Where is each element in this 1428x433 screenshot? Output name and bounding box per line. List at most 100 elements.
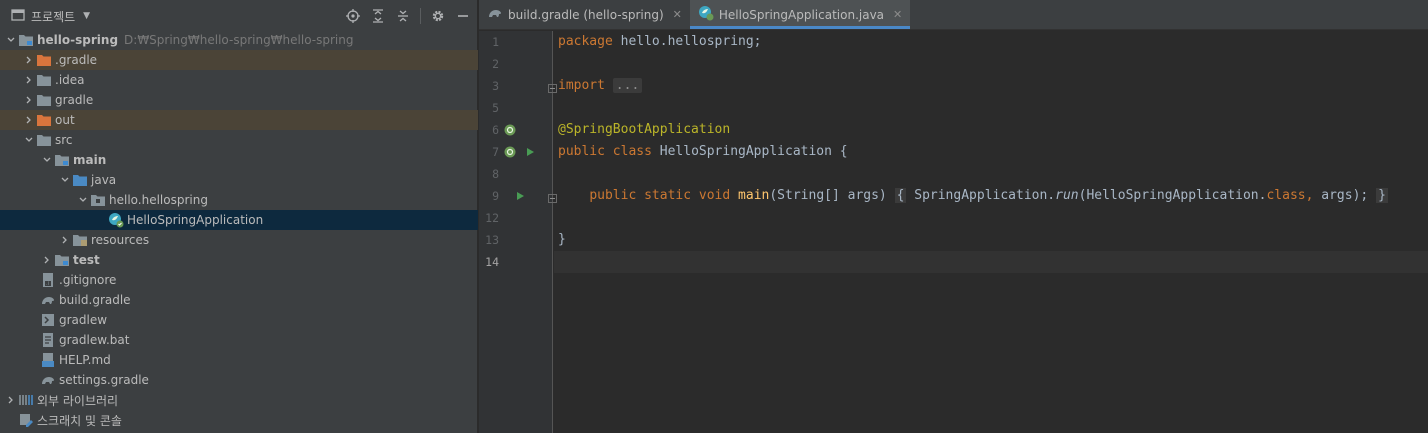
line-number: 6: [492, 123, 499, 137]
tree-item-gitignore[interactable]: .i .gitignore: [0, 270, 478, 290]
params: (String[] args): [769, 188, 887, 203]
chevron-right-icon[interactable]: [4, 390, 18, 410]
folder-icon: [36, 112, 52, 128]
tree-item-label: out: [55, 113, 75, 127]
tree-item-label: .gradle: [55, 53, 98, 67]
text-file-icon: [40, 332, 56, 348]
tree-item-resources[interactable]: resources: [0, 230, 478, 250]
tree-item-label: settings.gradle: [59, 373, 149, 387]
code-line-6: @SpringBootApplication: [558, 119, 730, 141]
chevron-right-icon[interactable]: [22, 110, 36, 130]
tree-item-gradle[interactable]: gradle: [0, 90, 478, 110]
tree-item-java[interactable]: java: [0, 170, 478, 190]
keyword: public: [558, 144, 605, 159]
tree-item-label: HelloSpringApplication: [127, 213, 264, 227]
tree-item-label: test: [73, 253, 100, 267]
close-icon[interactable]: ✕: [673, 8, 682, 21]
folded-imports[interactable]: ...: [612, 78, 643, 93]
tree-item-external-libraries[interactable]: 외부 라이브러리: [0, 390, 478, 410]
chevron-down-icon[interactable]: [76, 190, 90, 210]
chevron-down-icon[interactable]: [58, 170, 72, 190]
module-folder-icon: [54, 152, 70, 168]
spring-bean-icon[interactable]: [503, 145, 517, 159]
run-icon[interactable]: [523, 145, 537, 159]
tree-item-settings-gradle[interactable]: settings.gradle: [0, 370, 478, 390]
tree-item-help-md[interactable]: HELP.md: [0, 350, 478, 370]
gradle-icon: [40, 292, 56, 308]
tree-item-test[interactable]: test: [0, 250, 478, 270]
line-number: 1: [492, 35, 499, 49]
tree-item-label: resources: [91, 233, 150, 247]
folder-icon: [36, 132, 52, 148]
spring-bean-icon[interactable]: [503, 123, 517, 137]
keyword: static: [644, 188, 692, 203]
tree-item-label: 외부 라이브러리: [37, 393, 119, 408]
editor-tabs: build.gradle (hello-spring) ✕ HelloSprin…: [479, 0, 1428, 30]
tree-item-label: hello.hellospring: [109, 193, 208, 207]
tree-item-idea[interactable]: .idea: [0, 70, 478, 90]
chevron-right-icon[interactable]: [22, 50, 36, 70]
tree-item-label: .gitignore: [59, 273, 117, 287]
package-name: hello.hellospring;: [612, 34, 762, 49]
project-panel-title[interactable]: 프로젝트: [31, 8, 75, 25]
tree-item-out[interactable]: out: [0, 110, 478, 130]
chevron-down-icon[interactable]: [22, 130, 36, 150]
tree-item-main[interactable]: main: [0, 150, 478, 170]
line-number: 3: [492, 79, 499, 93]
code-editor[interactable]: package hello.hellospring; import ... @S…: [554, 31, 1428, 433]
chevron-right-icon[interactable]: [22, 90, 36, 110]
call-part: (HelloSpringApplication.: [1078, 188, 1267, 203]
gear-icon[interactable]: [430, 8, 446, 24]
code-line-13: }: [558, 229, 566, 251]
tree-item-label: gradle: [55, 93, 94, 107]
tree-item-scratches[interactable]: 스크래치 및 콘솔: [0, 410, 478, 430]
view-dropdown-icon[interactable]: ▼: [83, 11, 90, 21]
tree-item-hello-spring[interactable]: hello-spring D:₩Spring₩hello-spring₩hell…: [0, 30, 478, 50]
closing-brace: }: [558, 232, 566, 247]
tree-item-hello-spring-application[interactable]: HelloSpringApplication: [0, 210, 478, 230]
header-divider: [420, 8, 421, 24]
tab-label: build.gradle (hello-spring): [508, 7, 664, 22]
line-number: 13: [485, 233, 499, 247]
tab-build-gradle[interactable]: build.gradle (hello-spring) ✕: [479, 0, 690, 29]
close-icon[interactable]: ✕: [893, 8, 902, 21]
folded-brace-close[interactable]: }: [1376, 188, 1388, 203]
tree-item-gradlew-bat[interactable]: gradlew.bat: [0, 330, 478, 350]
tree-item-package[interactable]: hello.hellospring: [0, 190, 478, 210]
tree-item-label: gradlew: [59, 313, 108, 327]
gitignore-icon: .i: [40, 272, 56, 288]
chevron-right-icon[interactable]: [40, 250, 54, 270]
tree-item-gradlew[interactable]: gradlew: [0, 310, 478, 330]
chevron-down-icon[interactable]: [40, 150, 54, 170]
tree-item-src[interactable]: src: [0, 130, 478, 150]
current-line-highlight: [554, 251, 1428, 273]
folded-brace-open[interactable]: {: [894, 188, 907, 203]
tree-item-label: 스크래치 및 콘솔: [37, 413, 122, 428]
chevron-right-icon[interactable]: [22, 70, 36, 90]
annotation: @SpringBootApplication: [558, 122, 731, 137]
gradle-icon: [487, 6, 503, 23]
project-tree: hello-spring D:₩Spring₩hello-spring₩hell…: [0, 30, 478, 430]
spring-class-icon: [698, 5, 714, 24]
scratches-icon: [18, 412, 34, 428]
locate-icon[interactable]: [345, 8, 361, 24]
tree-item-label: gradlew.bat: [59, 333, 130, 347]
tab-hello-spring-application[interactable]: HelloSpringApplication.java ✕: [689, 0, 911, 29]
chevron-down-icon[interactable]: [4, 30, 18, 50]
hide-panel-icon[interactable]: [455, 8, 471, 24]
expand-all-icon[interactable]: [370, 8, 386, 24]
chevron-right-icon[interactable]: [58, 230, 72, 250]
line-number: 7: [492, 145, 499, 159]
tree-item-gradle-cache[interactable]: .gradle: [0, 50, 478, 70]
project-panel: 프로젝트 ▼ hello-spring D:₩Spring₩hello-spri…: [0, 0, 478, 433]
call-args: args);: [1313, 188, 1369, 203]
code-line-7: public class HelloSpringApplication {: [558, 141, 848, 163]
line-number: 9: [492, 189, 499, 203]
svg-text:.i: .i: [46, 281, 49, 287]
line-number: 2: [492, 57, 499, 71]
tree-item-label: HELP.md: [59, 353, 111, 367]
tree-item-build-gradle[interactable]: build.gradle: [0, 290, 478, 310]
editor-area: build.gradle (hello-spring) ✕ HelloSprin…: [479, 0, 1428, 433]
run-icon[interactable]: [513, 189, 527, 203]
collapse-all-icon[interactable]: [395, 8, 411, 24]
